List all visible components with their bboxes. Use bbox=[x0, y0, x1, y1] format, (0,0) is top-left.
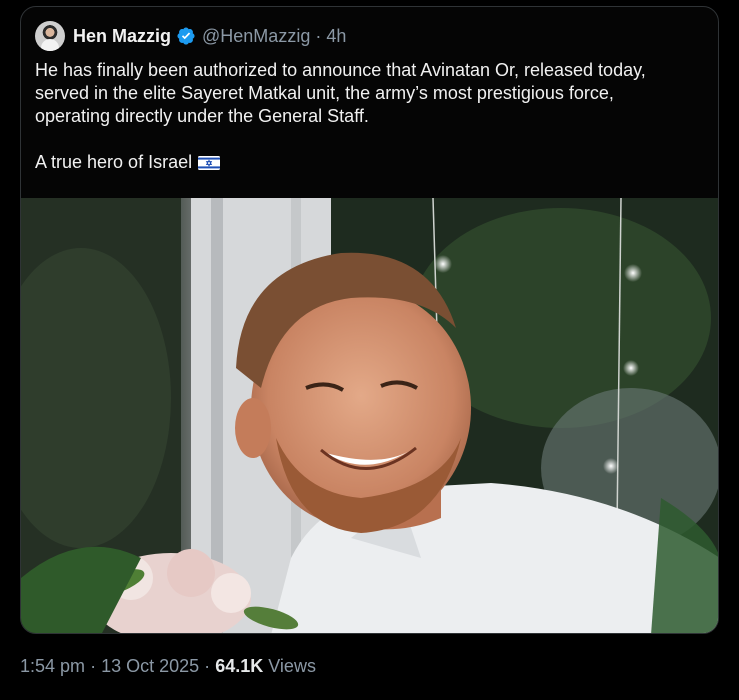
tweet-text-line-last: A true hero of Israel bbox=[35, 151, 705, 174]
tweet-text: He has finally been authorized to announ… bbox=[35, 59, 705, 174]
views-label: Views bbox=[268, 656, 316, 676]
verified-badge-icon bbox=[177, 27, 195, 45]
tweet-card[interactable]: Hen Mazzig @HenMazzig · 4h He has finall… bbox=[20, 6, 719, 634]
tweet-text-line: operating directly under the General Sta… bbox=[35, 106, 369, 126]
author-name[interactable]: Hen Mazzig bbox=[73, 26, 171, 47]
photo-illustration bbox=[21, 198, 718, 633]
post-time[interactable]: 1:54 pm bbox=[20, 656, 85, 676]
tweet-text-line: served in the elite Sayeret Matkal unit,… bbox=[35, 83, 614, 103]
timestamp-relative[interactable]: 4h bbox=[326, 26, 346, 47]
separator-dot: · bbox=[90, 656, 97, 676]
views-count[interactable]: 64.1K bbox=[215, 656, 263, 676]
tweet-text-line: A true hero of Israel bbox=[35, 152, 193, 172]
israel-flag-icon bbox=[198, 156, 221, 170]
tweet-footer: 1:54 pm · 13 Oct 2025 · 64.1K Views bbox=[20, 656, 316, 677]
tweet-text-line: He has finally been authorized to announ… bbox=[35, 60, 646, 80]
avatar[interactable] bbox=[35, 21, 65, 51]
author-handle[interactable]: @HenMazzig bbox=[202, 26, 310, 47]
tweet-header: Hen Mazzig @HenMazzig · 4h bbox=[35, 21, 346, 51]
separator-dot: · bbox=[204, 656, 211, 676]
tweet-photo[interactable] bbox=[21, 198, 718, 633]
separator-dot: · bbox=[315, 25, 322, 46]
post-date[interactable]: 13 Oct 2025 bbox=[101, 656, 199, 676]
